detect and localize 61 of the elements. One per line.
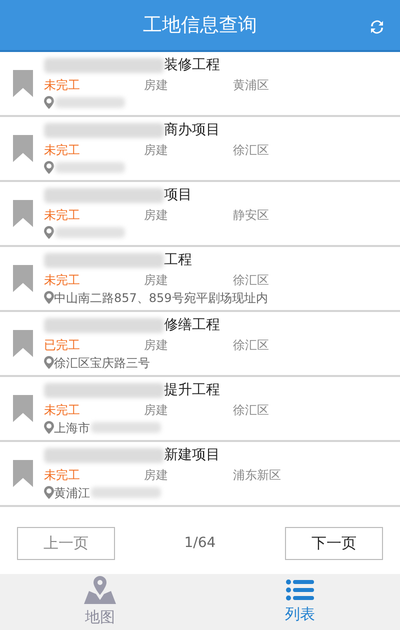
list-item[interactable]: 装修工程 未完工 房建 黄浦区 [0,52,400,117]
map-pin-icon [84,576,116,604]
address-text: 徐汇区宝庆路三号 [54,354,150,372]
type-label: 房建 [144,142,169,158]
item-title: 修缮工程 [164,316,220,335]
item-title: 项目 [164,186,192,205]
location-pin-icon [44,161,54,174]
item-title: 装修工程 [164,56,220,75]
list-item[interactable]: 工程 未完工 房建 徐汇区 中山南二路857、859号宛平剧场现址内 [0,247,400,312]
district-label: 徐汇区 [233,142,269,158]
status-label: 已完工 [44,336,81,354]
tab[interactable]: 列表 [200,574,400,630]
type-label: 房建 [144,272,169,288]
item-title: 工程 [164,251,192,270]
bookmark-icon [13,395,33,422]
status-label: 未完工 [44,142,81,158]
district-label: 徐汇区 [233,272,269,288]
type-label: 房建 [144,336,169,354]
page-indicator: 1/64 [184,534,216,552]
bookmark-icon [13,70,33,97]
page-title: 工地信息查询 [143,12,257,38]
district-label: 徐汇区 [233,336,269,354]
bookmark-icon [13,200,33,227]
district-label: 徐汇区 [233,402,269,418]
list-icon [286,578,314,601]
location-pin-icon [44,291,54,304]
list-item[interactable]: 商办项目 未完工 房建 徐汇区 [0,117,400,182]
bookmark-icon [13,330,33,357]
status-label: 未完工 [44,272,81,288]
status-label: 未完工 [44,402,81,418]
bookmark-icon [13,460,33,487]
address-text: 上海市 [54,420,90,436]
address-text: 黄浦江 [54,484,90,502]
type-label: 房建 [144,466,169,484]
status-label: 未完工 [44,206,81,224]
list-item[interactable]: 修缮工程 已完工 房建 徐汇区 徐汇区宝庆路三号 [0,312,400,377]
item-title: 商办项目 [164,121,220,140]
list-item[interactable]: 提升工程 未完工 房建 徐汇区 上海市 [0,377,400,442]
status-label: 未完工 [44,466,81,484]
location-pin-icon [44,356,54,369]
type-label: 房建 [144,206,169,224]
list-item[interactable]: 新建项目 未完工 房建 浦东新区 黄浦江 [0,442,400,507]
next-page-button[interactable]: 下一页 [284,526,383,560]
type-label: 房建 [144,402,169,418]
location-pin-icon [44,421,54,434]
type-label: 房建 [144,76,169,94]
district-label: 浦东新区 [233,466,281,484]
item-title: 提升工程 [164,381,220,400]
list-item[interactable]: 项目 未完工 房建 静安区 [0,182,400,247]
location-pin-icon [44,486,54,499]
location-pin-icon [44,226,54,239]
location-pin-icon [44,96,54,109]
refresh-icon[interactable] [368,18,386,36]
previous-page-button[interactable]: 上一页 [17,526,115,560]
item-title: 新建项目 [164,446,220,465]
district-label: 静安区 [233,206,269,224]
bookmark-icon [13,265,33,292]
bookmark-icon [13,135,33,162]
district-label: 黄浦区 [233,76,269,94]
address-text: 中山南二路857、859号宛平剧场现址内 [54,290,268,306]
status-label: 未完工 [44,76,81,94]
